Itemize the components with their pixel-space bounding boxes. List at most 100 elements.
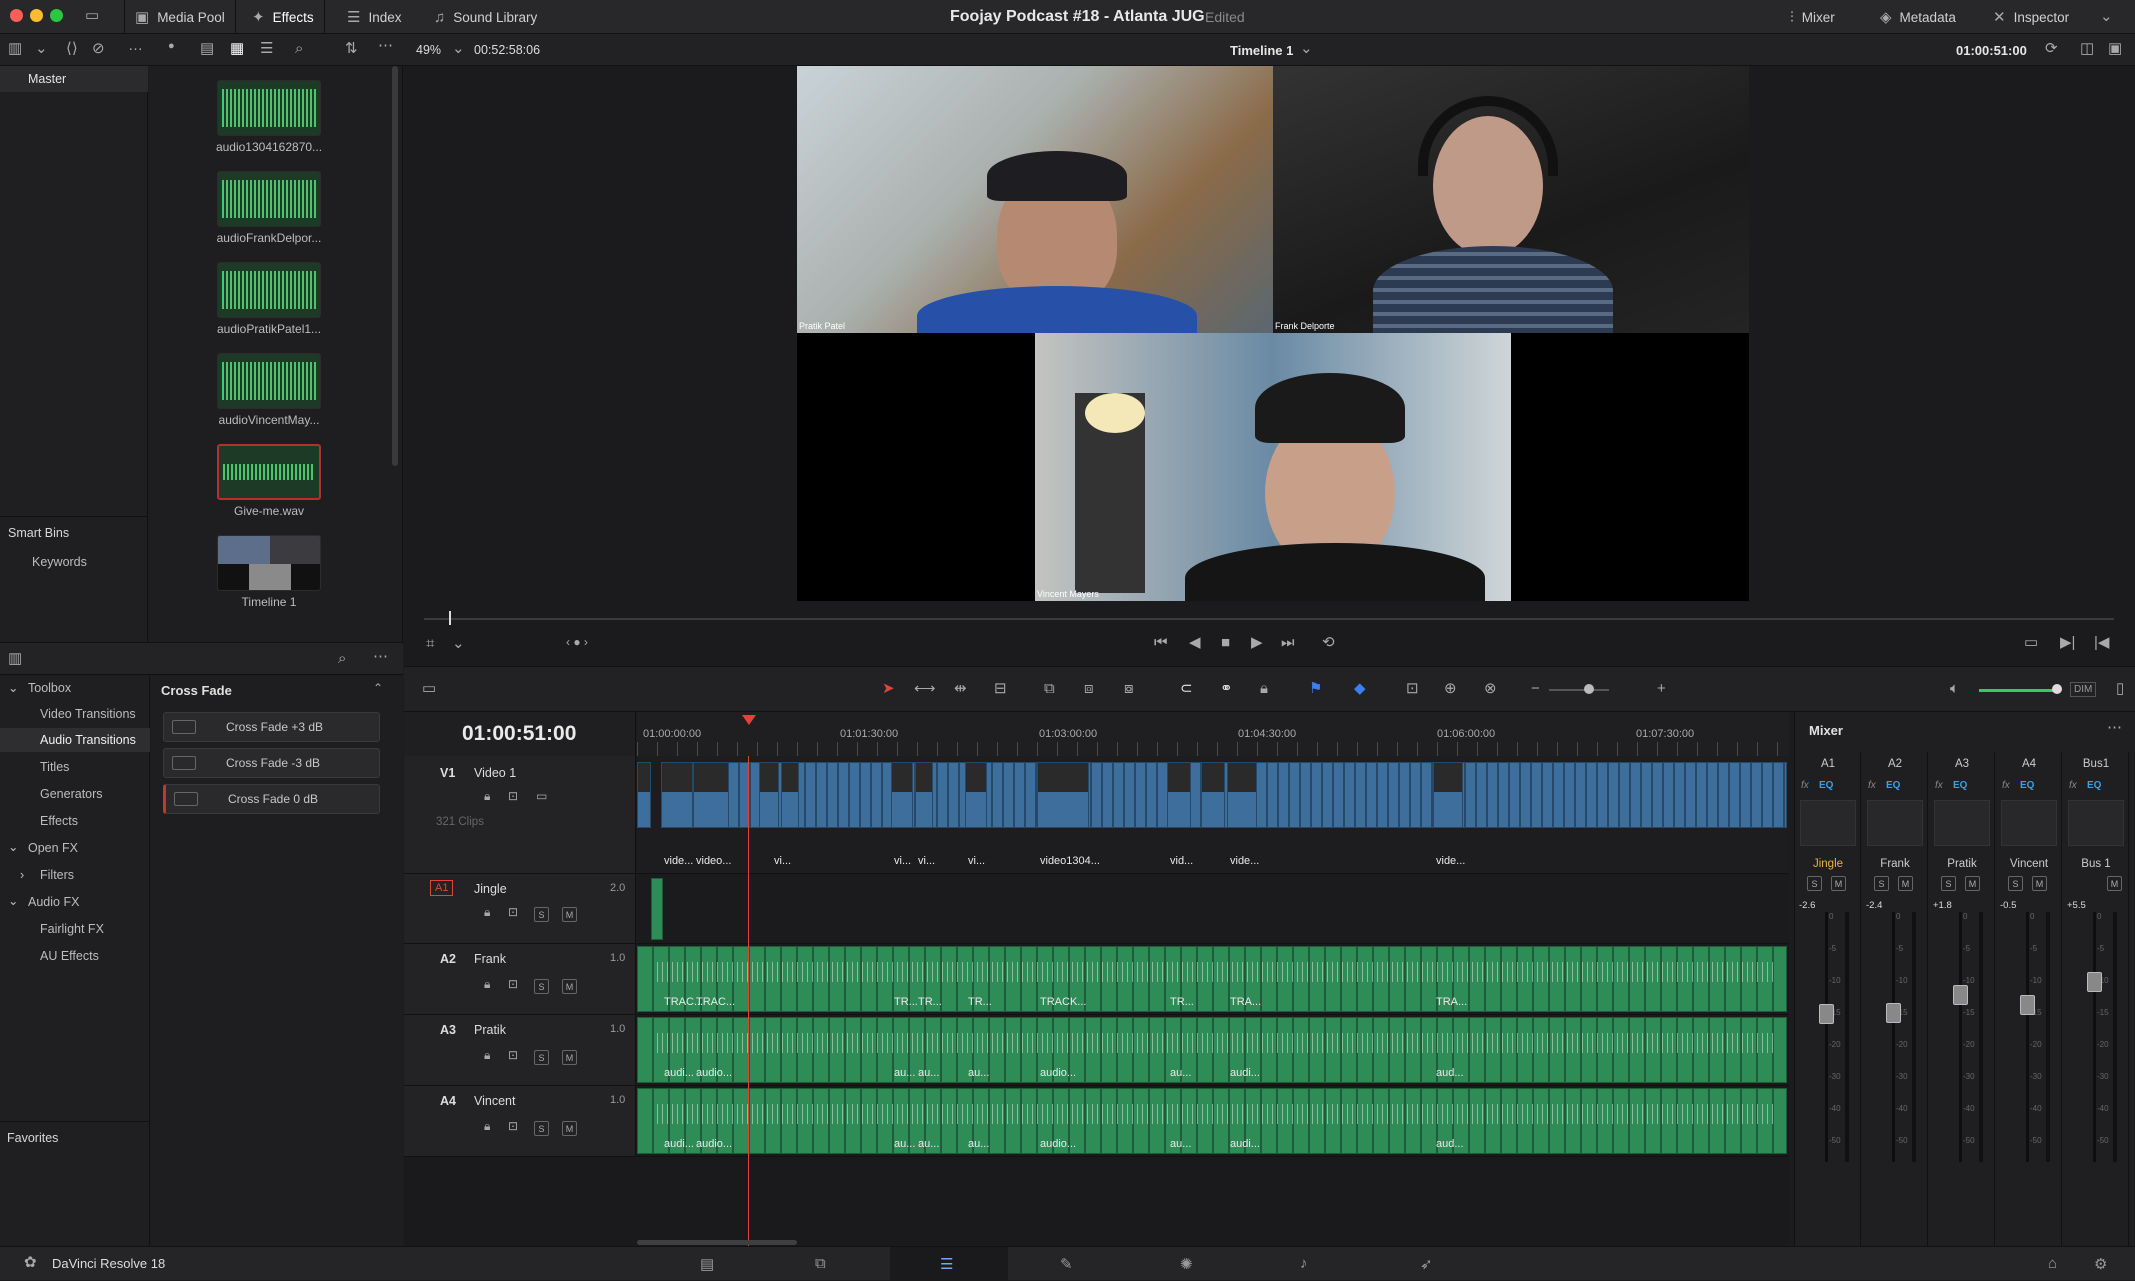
- settings-gear-icon[interactable]: ⚙: [2094, 1255, 2107, 1273]
- video-clip[interactable]: [759, 762, 779, 828]
- track-name[interactable]: Vincent: [474, 1094, 515, 1108]
- metadata-button[interactable]: ◈ Metadata: [1870, 0, 1966, 34]
- fader-knob[interactable]: [2020, 994, 2035, 1015]
- index-button[interactable]: ☰ Index: [337, 0, 411, 34]
- solo-button[interactable]: S: [1941, 876, 1956, 891]
- crop-icon[interactable]: ⌗: [426, 636, 434, 651]
- track-lane-a2[interactable]: TRAC... TRAC... TR... TR... TR... TRACK... TR.…: [637, 944, 1789, 1015]
- cut-page-icon[interactable]: ⧉: [815, 1255, 826, 1272]
- timeline-ruler[interactable]: 01:00:00:00 01:01:30:00 01:03:00:00 01:0…: [637, 712, 1789, 756]
- replace-clip-icon[interactable]: ⧇: [1124, 681, 1134, 696]
- sync-icon[interactable]: ⟳: [2045, 41, 2058, 56]
- playhead-marker[interactable]: [742, 715, 756, 725]
- meter-toggle-icon[interactable]: ▯: [2116, 681, 2124, 696]
- jingle-clip[interactable]: [651, 878, 663, 940]
- maximize-window-button[interactable]: [50, 9, 63, 22]
- track-name[interactable]: Video 1: [474, 766, 516, 780]
- inspector-button[interactable]: ✕ Inspector: [1983, 0, 2079, 34]
- auto-select-icon[interactable]: ⊡: [508, 790, 518, 802]
- marker-icon[interactable]: ◆: [1354, 681, 1366, 696]
- zoom-custom-icon[interactable]: ⊗: [1484, 681, 1497, 696]
- color-page-icon[interactable]: ✺: [1180, 1255, 1193, 1273]
- cross-fade-0-item[interactable]: Cross Fade 0 dB: [163, 784, 380, 814]
- eq-button[interactable]: EQ: [1953, 780, 1967, 791]
- link-icon[interactable]: ⟨⟩: [66, 41, 78, 56]
- track-lane-a4[interactable]: audi... audio... au... au... au... audio... au…: [637, 1086, 1789, 1157]
- overwrite-clip-icon[interactable]: ⧈: [1084, 681, 1094, 696]
- keywords-bin[interactable]: Keywords: [32, 555, 87, 569]
- volume-icon[interactable]: 🔈︎: [1950, 681, 1959, 696]
- workspace-icon[interactable]: ▭: [85, 8, 99, 23]
- audio-fx-item[interactable]: Audio FX: [28, 895, 79, 909]
- media-clip-thumb[interactable]: [217, 171, 321, 227]
- options-icon[interactable]: ⋯: [373, 649, 388, 664]
- chevron-down-icon[interactable]: ⌄: [35, 41, 48, 56]
- minimize-window-button[interactable]: [30, 9, 43, 22]
- media-page-icon[interactable]: ▤: [700, 1255, 714, 1273]
- mute-button[interactable]: M: [2107, 876, 2122, 891]
- solo-button[interactable]: S: [2008, 876, 2023, 891]
- media-pool-button[interactable]: ▣ Media Pool: [124, 0, 236, 34]
- cross-fade-minus3-item[interactable]: Cross Fade -3 dB: [163, 748, 380, 778]
- solo-button[interactable]: S: [534, 1121, 549, 1136]
- viewer-scrubber[interactable]: [424, 618, 2114, 620]
- chevron-down-icon[interactable]: ⌄: [8, 680, 18, 695]
- lock-icon[interactable]: 🔒︎: [484, 1049, 490, 1061]
- video-clip[interactable]: [693, 762, 729, 828]
- fader-knob[interactable]: [1953, 985, 1968, 1006]
- fader-knob[interactable]: [1886, 1002, 1901, 1023]
- auto-select-icon[interactable]: ⊡: [508, 978, 518, 990]
- snapping-icon[interactable]: ⊂: [1180, 681, 1193, 696]
- timeline-clip-thumb[interactable]: [217, 535, 321, 591]
- list-view-icon[interactable]: ☰: [260, 41, 273, 56]
- fx-slot[interactable]: fx: [1801, 780, 1809, 791]
- chevron-down-icon[interactable]: ⌄: [8, 893, 18, 908]
- fx-slot[interactable]: fx: [2002, 780, 2010, 791]
- generators-item[interactable]: Generators: [40, 787, 103, 801]
- position-lock-icon[interactable]: 🔒︎: [1260, 681, 1268, 696]
- video-transitions-item[interactable]: Video Transitions: [40, 707, 136, 721]
- zoom-slider[interactable]: [1549, 689, 1609, 691]
- video-clip[interactable]: [637, 762, 651, 828]
- lock-icon[interactable]: 🔒︎: [484, 790, 490, 802]
- playhead-line[interactable]: [748, 756, 749, 1246]
- video-clip[interactable]: [1201, 762, 1225, 828]
- pan-control[interactable]: [2001, 800, 2057, 846]
- volume-thumb[interactable]: [2052, 684, 2062, 694]
- go-to-end-icon[interactable]: ⏭: [1281, 635, 1295, 650]
- chevron-down-icon[interactable]: ⌄: [8, 839, 18, 854]
- fairlight-page-icon[interactable]: ♪: [1300, 1255, 1308, 1272]
- home-icon[interactable]: ⌂: [2048, 1255, 2057, 1272]
- zoom-detail-icon[interactable]: ⊕: [1444, 681, 1457, 696]
- chevron-down-icon[interactable]: ⌄: [452, 636, 465, 651]
- zoom-in-icon[interactable]: +: [1657, 681, 1666, 696]
- dynamic-trim-icon[interactable]: ⇹: [954, 681, 967, 696]
- titles-item[interactable]: Titles: [40, 760, 69, 774]
- fader-knob[interactable]: [1819, 1003, 1834, 1024]
- video-clip[interactable]: [965, 762, 987, 828]
- cross-fade-plus3-item[interactable]: Cross Fade +3 dB: [163, 712, 380, 742]
- media-clip-thumb[interactable]: [217, 444, 321, 500]
- eq-button[interactable]: EQ: [1819, 780, 1833, 791]
- pan-control[interactable]: [1934, 800, 1990, 846]
- lock-icon[interactable]: 🔒︎: [484, 906, 490, 918]
- track-lane-v1[interactable]: vide... video... vi... vi... vi... vi... video…: [637, 756, 1789, 874]
- timeline-selector[interactable]: Timeline 1: [1230, 43, 1293, 58]
- video-clip[interactable]: [1037, 762, 1089, 828]
- au-effects-item[interactable]: AU Effects: [40, 949, 99, 963]
- eq-button[interactable]: EQ: [2020, 780, 2034, 791]
- grid-view-icon[interactable]: ▦: [230, 41, 244, 56]
- sound-library-button[interactable]: ♫ Sound Library: [424, 0, 547, 34]
- mute-button[interactable]: M: [562, 1050, 577, 1065]
- media-clip-thumb[interactable]: [217, 353, 321, 409]
- mute-button[interactable]: M: [562, 907, 577, 922]
- layout-icon[interactable]: ▣: [2108, 41, 2122, 56]
- audio-transitions-item[interactable]: Audio Transitions: [40, 733, 136, 747]
- go-to-start-icon[interactable]: ⏮: [1154, 635, 1168, 650]
- toolbox-item[interactable]: Toolbox: [28, 681, 71, 695]
- filmstrip-view-icon[interactable]: ▤: [200, 41, 214, 56]
- loop-icon[interactable]: ⟲: [1322, 635, 1335, 650]
- video-clip[interactable]: [1167, 762, 1191, 828]
- insert-clip-icon[interactable]: ⧉: [1044, 681, 1055, 696]
- chevron-right-icon[interactable]: ›: [20, 868, 24, 882]
